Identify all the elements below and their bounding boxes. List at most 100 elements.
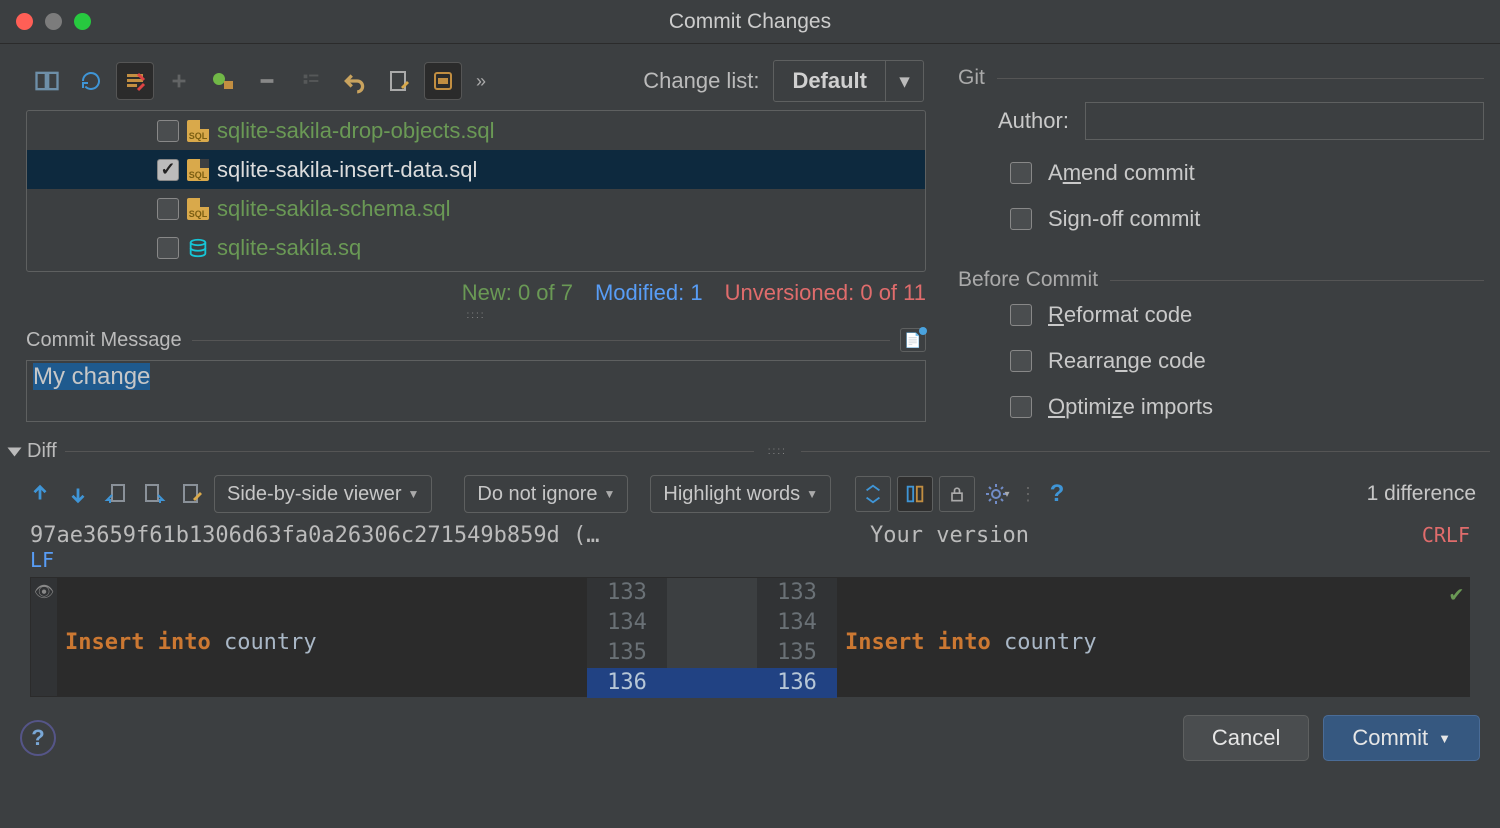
sql-file-icon: SQL bbox=[187, 120, 209, 142]
left-revision-label: 97ae3659f61b1306d63fa0a26306c271549b859d… bbox=[30, 523, 600, 548]
file-row[interactable]: SQL sqlite-sakila-insert-data.sql bbox=[27, 150, 925, 189]
summary-modified: Modified: 1 bbox=[595, 280, 703, 306]
file-name: sqlite-sakila-insert-data.sql bbox=[217, 157, 477, 183]
chevron-down-icon[interactable]: ▾ bbox=[885, 61, 923, 101]
diff-right-pane[interactable]: Insert into country (country_id,country,… bbox=[837, 578, 1469, 696]
before-commit-section-label: Before Commit bbox=[958, 268, 1098, 292]
line-number: 135 bbox=[757, 638, 837, 668]
optimize-imports-checkbox[interactable] bbox=[1010, 396, 1032, 418]
preview-diff-button[interactable] bbox=[424, 62, 462, 100]
file-checkbox[interactable] bbox=[157, 198, 179, 220]
readonly-lock-icon[interactable] bbox=[939, 476, 975, 512]
commit-toolbar: » Change list: Default ▾ bbox=[16, 56, 936, 110]
rollback-icon[interactable] bbox=[336, 62, 374, 100]
diff-settings-icon[interactable]: ▾ bbox=[981, 478, 1013, 510]
changelist-label: Change list: bbox=[643, 68, 767, 94]
code-token: country bbox=[991, 630, 1097, 655]
reformat-code-checkbox[interactable] bbox=[1010, 304, 1032, 326]
right-revision-label: Your version bbox=[870, 523, 1029, 573]
diff-icon[interactable] bbox=[28, 62, 66, 100]
commit-message-section-header: Commit Message 📄 bbox=[16, 320, 936, 360]
right-line-ending: CRLF bbox=[1422, 523, 1470, 573]
code-token: country bbox=[211, 630, 317, 655]
file-name: sqlite-sakila.sq bbox=[217, 235, 361, 261]
line-number: 136 bbox=[587, 668, 667, 698]
prev-change-icon[interactable] bbox=[24, 478, 56, 510]
diff-viewer-value: Side-by-side viewer bbox=[227, 483, 402, 506]
changelist-dropdown[interactable]: Default ▾ bbox=[773, 60, 924, 102]
diff-highlight-value: Highlight words bbox=[663, 483, 800, 506]
rearrange-code-label: Rearrange code bbox=[1048, 348, 1206, 374]
collapse-unchanged-icon[interactable] bbox=[855, 476, 891, 512]
rearrange-code-checkbox[interactable] bbox=[1010, 350, 1032, 372]
titlebar: Commit Changes bbox=[0, 0, 1500, 44]
signoff-commit-label: Sign-off commit bbox=[1048, 206, 1200, 232]
diff-ignore-value: Do not ignore bbox=[477, 483, 597, 506]
commit-message-input[interactable]: My change bbox=[26, 360, 926, 422]
file-row[interactable]: SQL sqlite-sakila-schema.sql bbox=[27, 189, 925, 228]
dialog-help-button[interactable]: ? bbox=[20, 720, 56, 756]
changelist-value: Default bbox=[774, 68, 885, 94]
commit-message-history-button[interactable]: 📄 bbox=[900, 328, 926, 352]
author-label: Author: bbox=[998, 108, 1069, 134]
splitter-handle[interactable]: :::: bbox=[16, 310, 936, 320]
sync-scroll-icon[interactable] bbox=[897, 476, 933, 512]
diff-viewer[interactable]: 👁 Insert into country (country_id,countr… bbox=[30, 577, 1470, 697]
edit-source-icon[interactable] bbox=[176, 478, 208, 510]
diff-ignore-dropdown[interactable]: Do not ignore▼ bbox=[464, 475, 628, 513]
prev-file-icon[interactable] bbox=[100, 478, 132, 510]
move-to-changelist-icon[interactable] bbox=[204, 62, 242, 100]
gutter-inspections-icon[interactable]: 👁 bbox=[31, 578, 57, 696]
reformat-code-label: Reformat code bbox=[1048, 302, 1192, 328]
line-number: 133 bbox=[587, 578, 667, 608]
left-line-numbers: 133 134 135 136 bbox=[587, 578, 667, 696]
database-icon bbox=[187, 237, 209, 259]
sql-file-icon: SQL bbox=[187, 198, 209, 220]
show-details-icon bbox=[292, 62, 330, 100]
summary-new: New: 0 of 7 bbox=[462, 280, 573, 306]
more-actions-icon[interactable]: » bbox=[476, 71, 486, 92]
amend-commit-checkbox[interactable] bbox=[1010, 162, 1032, 184]
files-list[interactable]: SQL sqlite-sakila-drop-objects.sql SQL s… bbox=[26, 110, 926, 272]
code-token: Insert into bbox=[845, 630, 991, 655]
file-checkbox[interactable] bbox=[157, 237, 179, 259]
git-section-label: Git bbox=[958, 66, 985, 90]
diff-viewer-dropdown[interactable]: Side-by-side viewer▼ bbox=[214, 475, 432, 513]
diff-section-header[interactable]: Diff :::: bbox=[0, 434, 1500, 469]
file-row[interactable]: SQL sqlite-sakila-drop-objects.sql bbox=[27, 111, 925, 150]
line-number: 134 bbox=[587, 608, 667, 638]
file-name: sqlite-sakila-drop-objects.sql bbox=[217, 118, 495, 144]
edit-source-icon[interactable] bbox=[380, 62, 418, 100]
window-title: Commit Changes bbox=[0, 10, 1500, 34]
diff-highlight-dropdown[interactable]: Highlight words▼ bbox=[650, 475, 831, 513]
next-file-icon[interactable] bbox=[138, 478, 170, 510]
group-by-directory-button[interactable] bbox=[116, 62, 154, 100]
bottom-bar: ? Cancel Commit ▼ bbox=[0, 697, 1500, 777]
refresh-icon[interactable] bbox=[72, 62, 110, 100]
help-icon[interactable]: ? bbox=[1041, 478, 1073, 510]
diff-left-pane[interactable]: Insert into country (country_id,country,… bbox=[57, 578, 587, 696]
changes-summary: New: 0 of 7 Modified: 1 Unversioned: 0 o… bbox=[16, 276, 936, 310]
line-number: 134 bbox=[757, 608, 837, 638]
left-line-ending: LF bbox=[30, 548, 54, 572]
diff-connector bbox=[667, 578, 757, 696]
file-row[interactable]: sqlite-sakila.sq bbox=[27, 228, 925, 267]
file-name: sqlite-sakila-schema.sql bbox=[217, 196, 451, 222]
remove-icon[interactable] bbox=[248, 62, 286, 100]
next-change-icon[interactable] bbox=[62, 478, 94, 510]
line-number: 136 bbox=[757, 668, 837, 698]
commit-button[interactable]: Commit ▼ bbox=[1323, 715, 1480, 761]
file-checkbox[interactable] bbox=[157, 159, 179, 181]
no-errors-icon: ✔ bbox=[1450, 582, 1463, 607]
collapse-icon[interactable] bbox=[8, 447, 22, 456]
cancel-button[interactable]: Cancel bbox=[1183, 715, 1309, 761]
commit-button-label: Commit bbox=[1352, 725, 1428, 751]
cancel-button-label: Cancel bbox=[1212, 725, 1280, 751]
chevron-down-icon[interactable]: ▼ bbox=[1438, 731, 1451, 746]
signoff-commit-checkbox[interactable] bbox=[1010, 208, 1032, 230]
line-number: 133 bbox=[757, 578, 837, 608]
author-input[interactable] bbox=[1085, 102, 1484, 140]
diff-version-labels: 97ae3659f61b1306d63fa0a26306c271549b859d… bbox=[0, 519, 1500, 577]
amend-commit-label: Amend commit bbox=[1048, 160, 1195, 186]
file-checkbox[interactable] bbox=[157, 120, 179, 142]
